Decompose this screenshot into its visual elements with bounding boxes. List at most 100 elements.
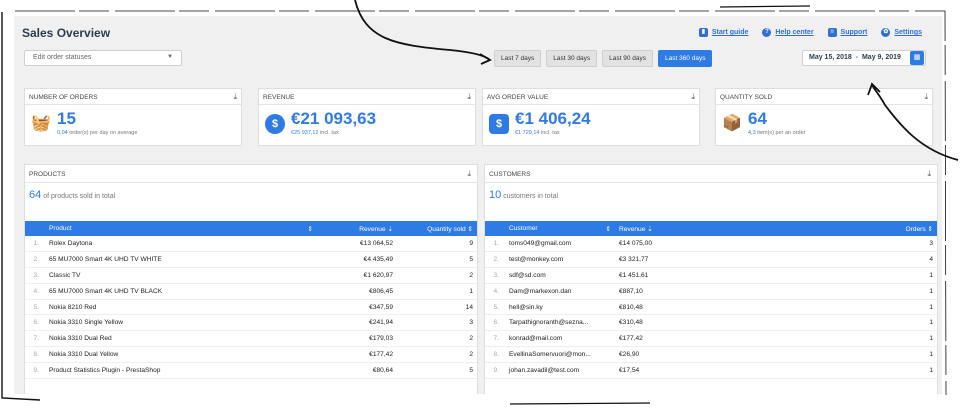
download-icon[interactable]: ⤓ — [467, 169, 471, 179]
table-cell: €887,10 — [615, 283, 685, 300]
table-cell: €347,59 — [317, 299, 397, 316]
kpi-revenue: REVENUE ⤓ $ €21 093,63 €25 937,12 incl. t… — [258, 88, 476, 146]
start-guide-link[interactable]: ▮ Start guide — [698, 28, 748, 37]
column-header-product[interactable]: Product ⇕ — [45, 221, 317, 236]
table-cell: Tarpathignoranth@sezna... — [505, 314, 615, 332]
table-row: 7. konrad@mail.com €177,42 1 — [485, 330, 937, 348]
help-center-link[interactable]: ? Help center — [762, 28, 814, 37]
table-row: 9. Product Statistics Plugin - PrestaShop… — [25, 362, 477, 379]
download-icon[interactable]: ⤓ — [467, 92, 471, 102]
top-links: ▮ Start guide ? Help center ≡ Support ✿ Sett… — [698, 28, 922, 37]
range-7-days-button[interactable]: Last 7 days — [494, 50, 542, 67]
row-number: 2. — [25, 251, 45, 269]
column-header-revenue[interactable]: Revenue ⇣ — [317, 221, 397, 236]
range-90-days-button[interactable]: Last 90 days — [602, 50, 653, 67]
row-number: 7. — [485, 330, 505, 348]
table-cell: 1 — [685, 314, 937, 332]
column-header-quantity[interactable]: Quantity sold ⇕ — [397, 221, 477, 236]
table-cell: €806,45 — [317, 283, 397, 300]
customers-count: 10 customers in total — [489, 189, 559, 201]
row-number: 4. — [25, 283, 45, 300]
table-cell: 65 MU7000 Smart 4K UHD TV BLACK — [45, 283, 317, 300]
table-cell: €3 321,77 — [615, 251, 685, 269]
table-cell: €80,64 — [317, 362, 397, 379]
table-cell: 9 — [397, 236, 477, 253]
table-cell: Nokia 3310 Dual Yellow — [45, 346, 317, 363]
row-number: 4. — [485, 283, 505, 300]
table-row: 9. johan.zavadil@test.com €17,54 1 — [485, 362, 937, 379]
range-30-days-button[interactable]: Last 30 days — [546, 50, 598, 67]
table-row: 2. 65 MU7000 Smart 4K UHD TV WHITE €4 435,… — [25, 251, 477, 269]
row-number: 5. — [485, 299, 505, 316]
table-cell: Nokia 3310 Single Yellow — [45, 314, 317, 332]
column-header-revenue[interactable]: Revenue ⇣ — [615, 221, 685, 236]
table-row: 4. 65 MU7000 Smart 4K UHD TV BLACK €806,45… — [25, 283, 477, 300]
table-cell: €177,42 — [615, 330, 685, 348]
table-cell: €26,90 — [615, 346, 685, 363]
dollar-icon: $ — [265, 114, 285, 134]
date-range-input[interactable]: May 15, 2018 - May 9, 2019 — [802, 50, 926, 66]
table-row: 4. Dam@markexon.dan €887,10 1 — [485, 283, 937, 300]
table-cell: €1 451,61 — [615, 267, 685, 284]
table-cell: €13 064,52 — [317, 236, 397, 253]
products-table: Product ⇕ Revenue ⇣ Quantity sold ⇕ 1. Rol… — [25, 221, 477, 379]
kpi-avg-order-value: AVG ORDER VALUE ⤓ $ €1 406,24 €1 729,14 i… — [482, 88, 700, 146]
table-cell: Nokia 3310 Dual Red — [45, 330, 317, 348]
table-cell: 5 — [397, 251, 477, 269]
range-360-days-button[interactable]: Last 360 days — [657, 50, 713, 67]
settings-link[interactable]: ✿ Settings — [881, 28, 922, 37]
column-header-customer[interactable]: Customer ⇕ — [505, 221, 615, 236]
row-number: 9. — [485, 362, 505, 379]
table-cell: Rolex Daytona — [45, 236, 317, 253]
products-count: 64 of products sold in total — [29, 189, 116, 201]
table-cell: 3 — [397, 314, 477, 332]
table-cell: 14 — [397, 299, 477, 316]
table-row: 1. Rolex Daytona €13 064,52 9 — [25, 236, 477, 253]
customers-table: Customer ⇕ Revenue ⇣ Orders ⇕ 1. toms049@g… — [485, 221, 937, 379]
row-number: 2. — [485, 251, 505, 269]
table-cell: €810,48 — [615, 299, 685, 316]
chevron-down-icon: ▼ — [167, 54, 173, 60]
download-icon[interactable]: ⤓ — [924, 92, 928, 102]
kpi-quantity-sold: QUANTITY SOLD ⤓ 📦 64 4,3 item(s) per an o… — [715, 88, 933, 146]
basket-icon: 🧺 — [31, 115, 51, 132]
download-icon[interactable]: ⤓ — [927, 169, 931, 179]
table-cell: 1 — [685, 346, 937, 363]
download-icon[interactable]: ⤓ — [691, 92, 695, 102]
table-cell: sdf@sd.com — [505, 267, 615, 284]
table-cell: 3 — [685, 236, 937, 253]
table-cell: test@monkey.com — [505, 251, 615, 269]
table-cell: Nokia 8210 Red — [45, 299, 317, 316]
row-number: 9. — [25, 362, 45, 379]
table-cell: €177,42 — [317, 346, 397, 363]
table-cell: 1 — [685, 362, 937, 379]
table-row: 8. Nokia 3310 Dual Yellow €177,42 2 — [25, 346, 477, 363]
order-status-select[interactable]: Edit order statuses ▼ — [24, 50, 182, 66]
table-row: 2. test@monkey.com €3 321,77 4 — [485, 251, 937, 269]
row-number: 3. — [485, 267, 505, 284]
table-row: 3. sdf@sd.com €1 451,61 1 — [485, 267, 937, 284]
table-row: 3. Classic TV €1 620,97 2 — [25, 267, 477, 284]
table-cell: Dam@markexon.dan — [505, 283, 615, 300]
download-icon[interactable]: ⤓ — [233, 92, 237, 102]
column-header-orders[interactable]: Orders ⇕ — [685, 221, 937, 236]
table-cell: toms049@gmail.com — [505, 236, 615, 253]
table-row: 5. hell@sin.ky €810,48 1 — [485, 299, 937, 316]
table-cell: 2 — [397, 330, 477, 348]
products-panel: PRODUCTS ⤓ 64 of products sold in total P… — [24, 164, 478, 394]
table-cell: €17,54 — [615, 362, 685, 379]
table-cell: 1 — [685, 330, 937, 348]
table-cell: 5 — [397, 362, 477, 379]
row-number: 8. — [485, 346, 505, 363]
row-number: 8. — [25, 346, 45, 363]
table-cell: €241,94 — [317, 314, 397, 332]
support-link[interactable]: ≡ Support — [827, 28, 867, 37]
calendar-icon[interactable]: ▦ — [910, 51, 924, 65]
row-number: 1. — [485, 236, 505, 253]
kpi-number-of-orders: NUMBER OF ORDERS ⤓ 🧺 15 0,04 order(s) per… — [24, 88, 242, 146]
table-row: 5. Nokia 8210 Red €347,59 14 — [25, 299, 477, 316]
row-number: 6. — [485, 314, 505, 332]
table-cell: €1 620,97 — [317, 267, 397, 284]
table-cell: 1 — [397, 283, 477, 300]
table-row: 7. Nokia 3310 Dual Red €179,03 2 — [25, 330, 477, 348]
